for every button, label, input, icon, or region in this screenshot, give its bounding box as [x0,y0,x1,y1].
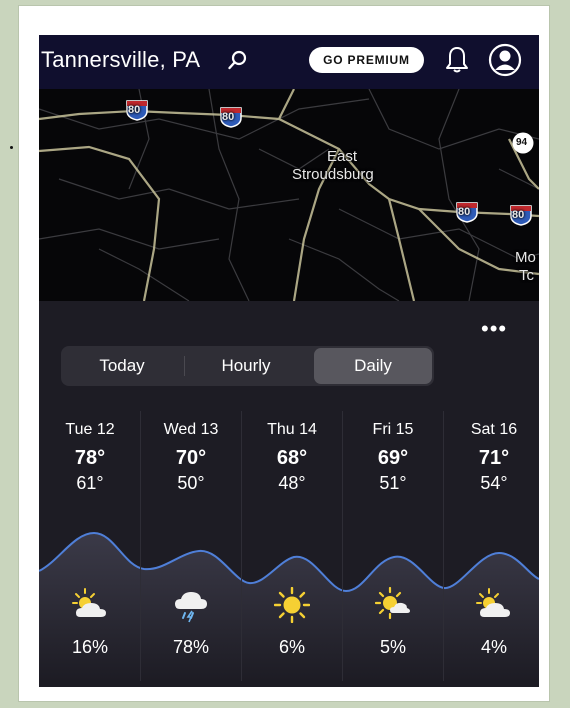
forecast-panel: ••• Today Hourly Daily Tue 12 78° 61° 16… [39,301,539,687]
precip-chance: 4% [480,637,507,657]
low-temp: 61° [76,473,104,493]
forecast-tabs: Today Hourly Daily [61,346,434,386]
tab-daily[interactable]: Daily [314,348,432,384]
day-column[interactable]: Wed 13 70° 50° 78% [141,411,241,681]
tab-today[interactable]: Today [63,348,181,384]
search-icon[interactable] [227,49,249,71]
map-label-stroudsburg: Stroudsburg [292,166,374,183]
i80-label: 80 [128,104,141,116]
precip-chance: 5% [379,637,406,657]
high-temp: 68° [276,447,308,469]
map-view[interactable]: 80 80 80 80 94 East Stroudsburg Mo Tc [39,89,539,349]
bullet-dot [10,146,13,149]
high-temp: 71° [478,447,510,469]
high-temp: 69° [377,447,409,469]
map-roads [39,89,539,301]
top-bar: Tannersville, PA GO PREMIUM [39,35,539,89]
tab-hourly[interactable]: Hourly [187,348,305,384]
day-column[interactable]: Thu 14 68° 48° 6% [242,411,342,681]
i80-label: 80 [458,206,471,218]
day-column[interactable]: Tue 12 78° 61° 16% [40,411,140,681]
map-label-mo: Mo [515,249,536,266]
day-name: Fri 15 [372,421,414,438]
day-name: Tue 12 [65,421,115,438]
profile-icon[interactable] [488,43,522,77]
day-column[interactable]: Fri 15 69° 51° 5% [343,411,443,681]
sun-cloud-icon [375,587,410,620]
i80-label: 80 [222,111,235,123]
daily-forecast: Tue 12 78° 61° 16% Wed 13 70° 50° 78% Th… [39,411,539,687]
go-premium-button[interactable]: GO PREMIUM [309,47,424,73]
location-title[interactable]: Tannersville, PA [41,47,200,73]
day-column[interactable]: Sat 16 71° 54° 4% [444,411,539,681]
map-label-tc: Tc [519,267,534,284]
partly-cloudy-icon [72,588,106,617]
low-temp: 50° [177,473,205,493]
day-name: Wed 13 [163,421,219,438]
low-temp: 54° [480,473,508,493]
day-name: Thu 14 [267,421,317,438]
low-temp: 48° [278,473,306,493]
bell-icon[interactable] [443,45,471,75]
precip-chance: 78% [172,637,210,657]
route-94-label: 94 [516,137,528,148]
high-temp: 70° [175,447,207,469]
weather-app: Tannersville, PA GO PREMIUM 80 80 80 80 … [39,35,539,687]
precip-chance: 16% [71,637,109,657]
i80-label: 80 [512,209,525,221]
precip-chance: 6% [278,637,305,657]
rain-cloud-icon [175,592,207,623]
tab-divider [184,356,185,376]
partly-cloudy-icon [476,588,510,617]
map-label-east: East [327,148,358,165]
day-name: Sat 16 [470,421,518,438]
high-temp: 78° [74,447,106,469]
sunny-icon [274,587,310,623]
low-temp: 51° [379,473,407,493]
more-options-button[interactable]: ••• [481,318,507,340]
